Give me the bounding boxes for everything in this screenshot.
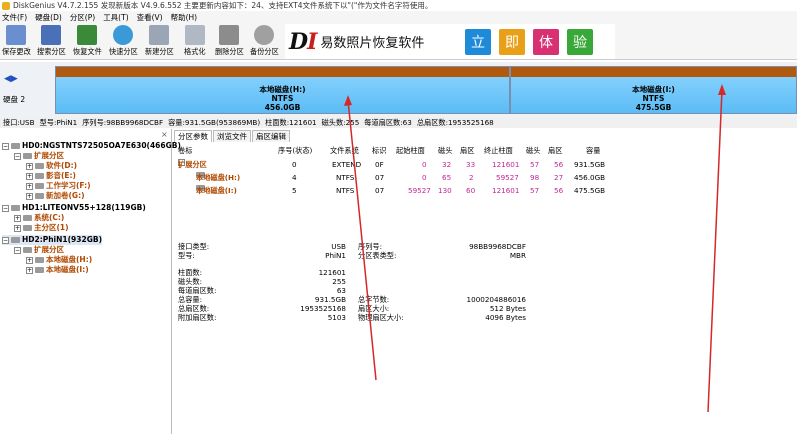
annotation-arrow-right (707, 89, 723, 413)
annotation-arrow-left (347, 99, 377, 381)
arrowhead-icon (718, 84, 726, 95)
arrowhead-icon (344, 95, 352, 106)
annotation-overlay (344, 84, 726, 413)
